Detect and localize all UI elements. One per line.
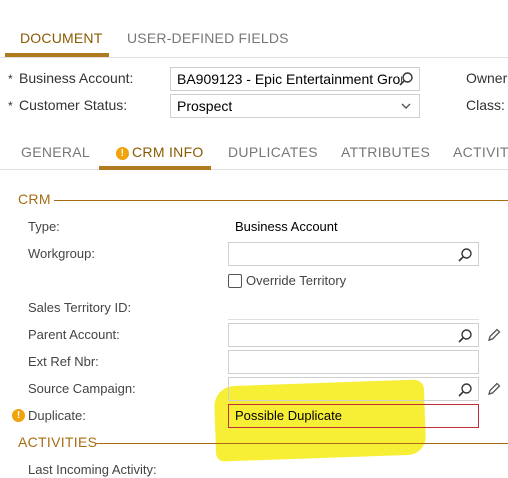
customer-status-label: Customer Status: (19, 97, 128, 113)
search-icon[interactable] (398, 71, 414, 87)
active-tab-indicator (99, 166, 211, 170)
edit-pencil-icon[interactable] (486, 381, 502, 397)
search-icon[interactable] (457, 328, 473, 344)
tab-crm-info-label: CRM INFO (132, 144, 204, 160)
warning-icon: ! (116, 147, 129, 160)
field-divider (228, 319, 479, 320)
section-divider (54, 200, 508, 201)
active-tab-indicator (5, 53, 109, 57)
last-incoming-activity-label: Last Incoming Activity: (28, 462, 157, 477)
type-label: Type: (28, 219, 60, 234)
section-divider (95, 443, 508, 444)
search-icon[interactable] (457, 247, 473, 263)
ext-ref-nbr-input[interactable] (228, 350, 479, 374)
override-territory-label: Override Territory (246, 273, 347, 288)
required-marker: * (8, 72, 13, 86)
tab-document[interactable]: DOCUMENT (20, 30, 102, 46)
warning-icon: ! (12, 409, 25, 422)
tab-crm-info[interactable]: ! CRM INFO (116, 144, 204, 160)
section-title-activities: ACTIVITIES (18, 434, 98, 450)
sales-territory-label: Sales Territory ID: (28, 300, 132, 315)
form-tab-bar: GENERAL ! CRM INFO DUPLICATES ATTRIBUTES … (0, 134, 508, 170)
source-campaign-selector[interactable] (228, 377, 479, 401)
tab-general[interactable]: GENERAL (21, 144, 90, 160)
top-tab-bar: DOCUMENT USER-DEFINED FIELDS (0, 0, 508, 58)
parent-account-selector[interactable] (228, 323, 479, 347)
edit-pencil-icon[interactable] (486, 327, 502, 343)
customer-status-dropdown[interactable]: Prospect (170, 94, 420, 118)
type-value: Business Account (235, 219, 338, 234)
duplicate-label: Duplicate: (28, 408, 86, 423)
search-icon[interactable] (457, 382, 473, 398)
ext-ref-nbr-label: Ext Ref Nbr: (28, 354, 99, 369)
tab-user-defined-fields[interactable]: USER-DEFINED FIELDS (127, 30, 289, 46)
chevron-down-icon (401, 103, 411, 109)
owner-label: Owner: (466, 70, 508, 86)
duplicate-status-value: Possible Duplicate (235, 408, 342, 423)
tab-attributes[interactable]: ATTRIBUTES (341, 144, 430, 160)
override-territory-checkbox[interactable] (228, 274, 242, 288)
source-campaign-label: Source Campaign: (28, 381, 136, 396)
tab-duplicates[interactable]: DUPLICATES (228, 144, 318, 160)
parent-account-label: Parent Account: (28, 327, 120, 342)
workgroup-label: Workgroup: (28, 246, 95, 261)
section-title-crm: CRM (18, 191, 51, 207)
tab-activities[interactable]: ACTIVITIES (453, 144, 508, 160)
duplicate-status-field: Possible Duplicate (228, 404, 479, 428)
business-account-label: Business Account: (19, 70, 134, 86)
class-label: Class: (466, 97, 505, 113)
business-account-selector[interactable]: BA909123 - Epic Entertainment Group (170, 67, 420, 91)
customer-status-value: Prospect (177, 98, 233, 114)
business-account-value: BA909123 - Epic Entertainment Group (177, 71, 402, 87)
workgroup-selector[interactable] (228, 242, 479, 266)
required-marker: * (8, 99, 13, 113)
